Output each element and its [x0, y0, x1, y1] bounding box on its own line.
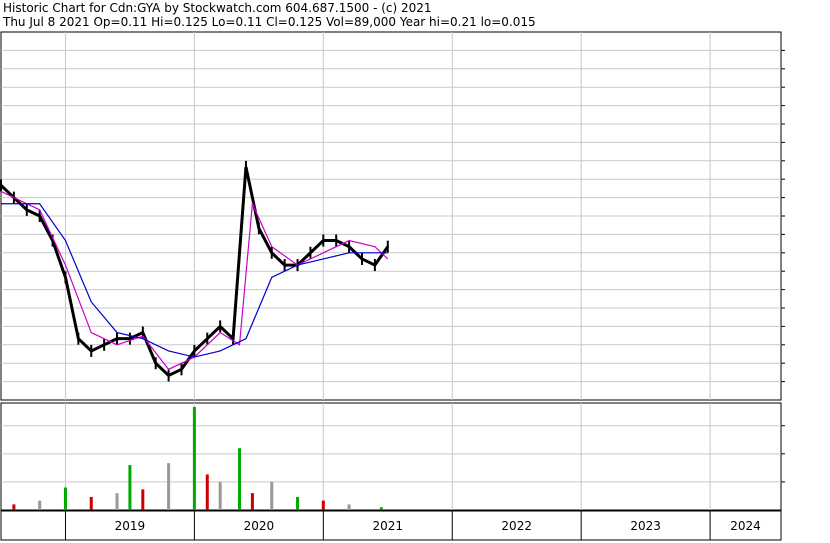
volume-bar — [89, 496, 93, 510]
volume-bar — [347, 504, 351, 510]
price-panel — [0, 31, 785, 401]
header-line-1: Historic Chart for Cdn:GYA by Stockwatch… — [3, 1, 432, 15]
header-line-2: Thu Jul 8 2021 Op=0.11 Hi=0.125 Lo=0.11 … — [2, 15, 536, 29]
chart-stage: Historic Chart for Cdn:GYA by Stockwatch… — [0, 0, 830, 543]
volume-bar — [128, 465, 132, 510]
volume-bar — [250, 493, 254, 510]
x-axis-label: 2022 — [501, 519, 532, 533]
volume-bar — [379, 507, 383, 510]
x-axis-label: 2024 — [730, 519, 761, 533]
volume-bar — [63, 487, 67, 510]
volume-bar — [167, 463, 171, 510]
volume-bar — [205, 474, 209, 510]
volume-bar — [141, 489, 145, 510]
x-axis-label: 2021 — [373, 519, 404, 533]
volume-bar — [12, 504, 16, 510]
volume-bar — [192, 407, 196, 510]
stock-chart: Historic Chart for Cdn:GYA by Stockwatch… — [0, 1, 785, 541]
x-axis-label: 2020 — [244, 519, 275, 533]
volume-bar — [115, 493, 119, 510]
volume-bar — [218, 481, 222, 510]
x-axis-label: 2019 — [115, 519, 146, 533]
volume-panel — [0, 402, 785, 511]
volume-bar — [38, 500, 42, 510]
volume-bar — [238, 448, 242, 510]
volume-bar — [270, 481, 274, 510]
volume-bar — [321, 500, 325, 510]
volume-bar — [296, 496, 300, 510]
x-axis-label: 2023 — [630, 519, 661, 533]
x-axis: 2019 2020 2021 2022 2023 2024 — [0, 510, 782, 541]
